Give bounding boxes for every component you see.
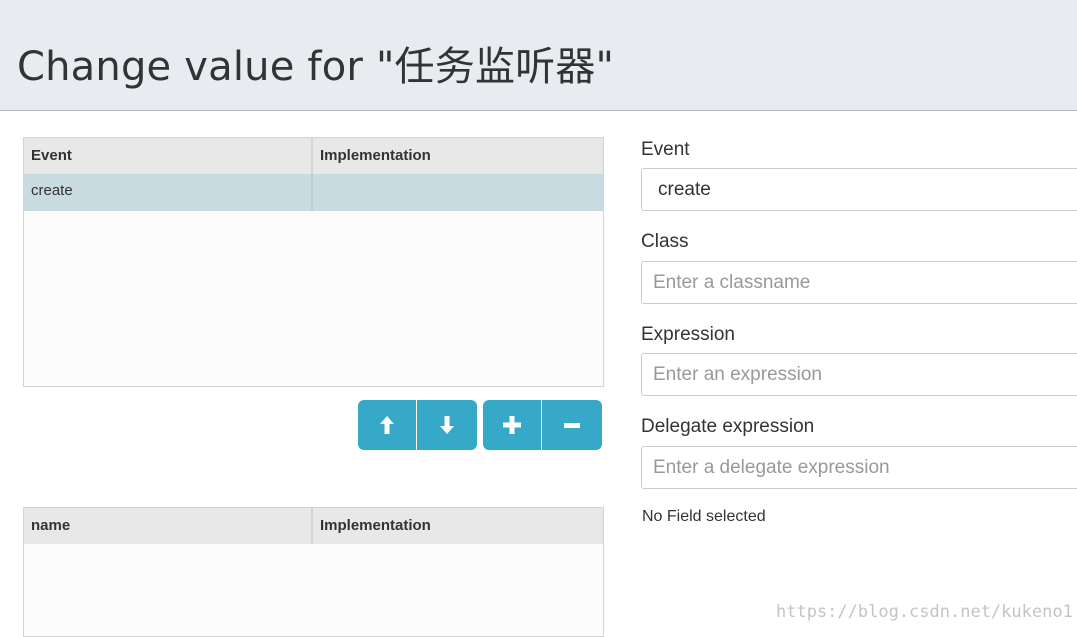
column-header-name[interactable]: name [24,508,313,544]
cell-event[interactable]: create [24,174,313,211]
event-input[interactable] [641,168,1077,211]
column-header-event[interactable]: Event [24,138,313,174]
add-remove-button-group [483,400,602,450]
fields-grid-header: name Implementation [24,508,603,544]
minus-icon [564,422,580,428]
event-label: Event [641,139,690,160]
no-field-selected-text: No Field selected [642,508,766,525]
arrow-up-icon [380,416,394,434]
move-button-group [358,400,477,450]
column-header-implementation[interactable]: Implementation [313,138,603,174]
class-label: Class [641,231,689,252]
dialog-title: Change value for "任务监听器" [17,44,615,90]
dialog-header: Change value for "任务监听器" [0,0,1077,111]
expression-label: Expression [641,324,735,345]
column-header-implementation[interactable]: Implementation [313,508,603,544]
delegate-expression-input[interactable] [641,446,1077,489]
table-row[interactable]: create [24,174,603,211]
arrow-down-icon [440,416,454,434]
move-up-button[interactable] [358,400,417,450]
move-down-button[interactable] [417,400,477,450]
plus-icon [503,416,521,434]
fields-grid: name Implementation [23,507,604,637]
listeners-grid: Event Implementation create [23,137,604,387]
expression-input[interactable] [641,353,1077,396]
listeners-grid-header: Event Implementation [24,138,603,174]
add-button[interactable] [483,400,542,450]
delegate-expression-label: Delegate expression [641,416,815,437]
cell-implementation[interactable] [313,174,603,211]
remove-button[interactable] [542,400,602,450]
class-input[interactable] [641,261,1077,304]
watermark: https://blog.csdn.net/kukeno1 [776,602,1073,622]
